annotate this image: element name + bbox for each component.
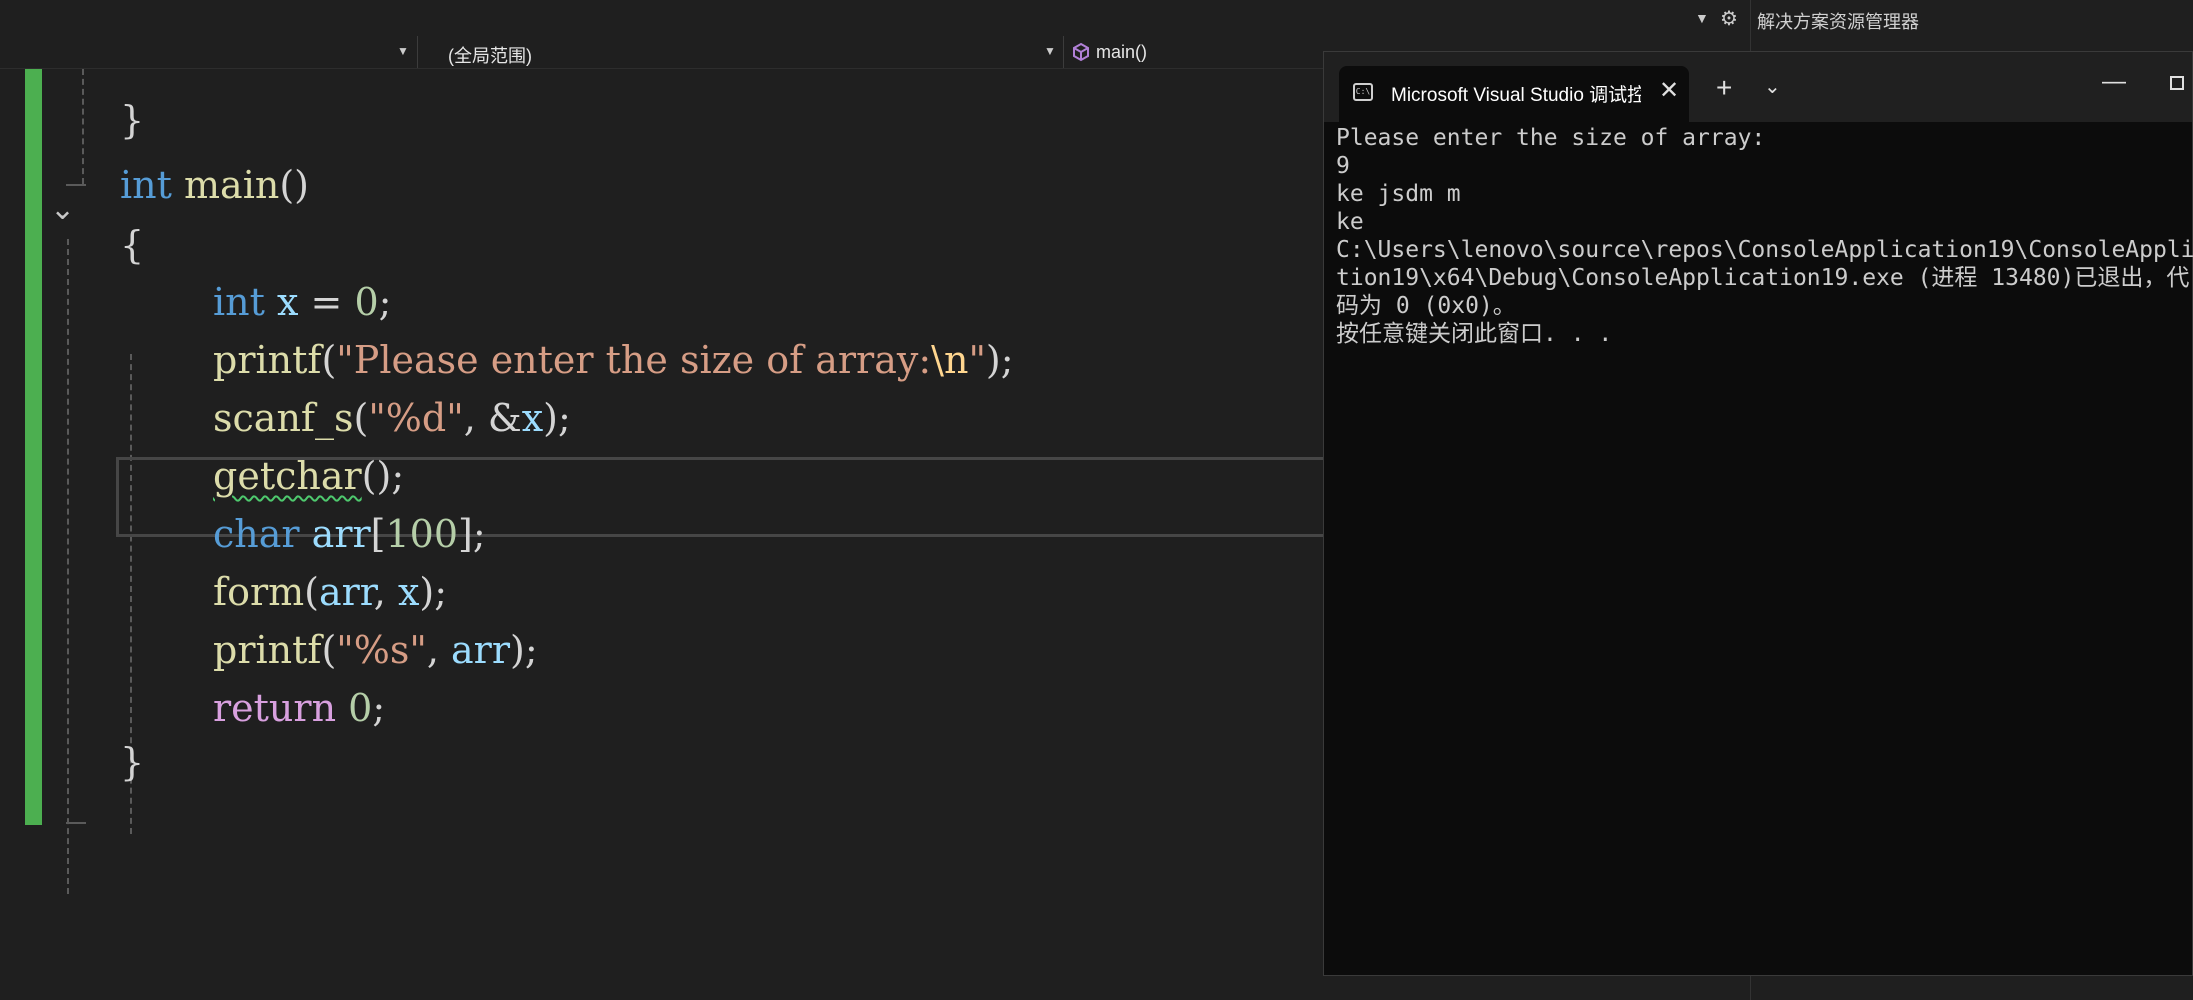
top-toolbar: ▼ ⚙ [0, 0, 1745, 36]
console-line: C:\Users\lenovo\source\repos\ConsoleAppl… [1336, 237, 2193, 263]
console-line: 按任意键关闭此窗口. . . [1336, 321, 1613, 347]
code-token: , [373, 570, 398, 614]
code-line: return 0; [213, 679, 385, 737]
project-dropdown[interactable]: ▼ [0, 36, 418, 68]
code-token: 0 [348, 686, 373, 730]
code-token: printf [213, 628, 322, 672]
code-token: getchar [213, 454, 362, 498]
code-token: 0 [354, 280, 379, 324]
code-token: arr [318, 570, 374, 614]
new-tab-icon[interactable]: + [1716, 72, 1732, 104]
code-token: x [277, 280, 299, 324]
code-token: { [120, 223, 145, 267]
code-token: ( [353, 396, 369, 440]
console-line: tion19\x64\Debug\ConsoleApplication19.ex… [1336, 265, 2190, 291]
code-token: (); [361, 454, 405, 498]
chevron-down-icon[interactable]: ⌄ [1764, 74, 1781, 99]
console-tab-bar: C:\ Microsoft Visual Studio 调试控制台 ✕ + ⌄ … [1324, 52, 2192, 122]
code-editor[interactable]: ⌄ } int main(){int x = 0; printf("Please e… [0, 69, 1323, 1000]
code-token: ; [372, 686, 386, 730]
code-token: int [213, 280, 265, 324]
console-output: Please enter the size of array: 9 ke jsdm … [1336, 124, 2193, 348]
code-token: arr [451, 628, 511, 672]
change-tracking-bar [25, 69, 42, 825]
scope-label: (全局范围) [448, 46, 532, 66]
code-line: int main() [120, 156, 309, 214]
code-token: ); [543, 396, 571, 440]
console-line: ke [1336, 209, 1364, 235]
dropdown-arrow-icon[interactable]: ▼ [1695, 10, 1709, 26]
code-token: ); [510, 628, 538, 672]
code-token: , [426, 628, 452, 672]
code-line: } [120, 91, 144, 149]
code-line: } [120, 733, 144, 791]
solution-explorer-title: 解决方案资源管理器 [1757, 12, 1919, 32]
close-icon[interactable]: ✕ [1659, 76, 1679, 105]
code-token: " [968, 338, 986, 382]
code-token: } [120, 98, 145, 142]
code-token: ]; [458, 512, 486, 556]
code-line: int x = 0; [213, 273, 391, 331]
brace-guide [66, 184, 86, 186]
chevron-down-icon: ▼ [397, 44, 409, 58]
console-line: Please enter the size of array: [1336, 125, 1766, 151]
code-token: "%s" [336, 628, 427, 672]
code-token: arr [311, 512, 371, 556]
gear-icon[interactable]: ⚙ [1720, 6, 1738, 31]
code-token: ( [321, 628, 337, 672]
code-token: = [298, 280, 355, 324]
code-token: "Please enter the size of array: [336, 338, 932, 382]
indent-guide [67, 239, 69, 894]
code-token: return [213, 686, 337, 730]
console-icon: C:\ [1353, 83, 1373, 101]
code-token: main [184, 163, 280, 207]
code-token: } [120, 740, 145, 784]
code-line: getchar(); [213, 447, 404, 505]
code-line: form(arr, x); [213, 563, 447, 621]
code-token: , & [463, 396, 522, 440]
code-token: scanf_s [213, 396, 354, 440]
code-line: { [120, 216, 144, 274]
minimize-icon[interactable]: — [2102, 68, 2126, 96]
maximize-icon[interactable] [2170, 76, 2184, 90]
console-line: ke jsdm m [1336, 181, 1461, 207]
code-token: "%d" [368, 396, 464, 440]
console-tab-title: Microsoft Visual Studio 调试控制台 [1391, 85, 1641, 106]
chevron-down-icon[interactable]: ⌄ [50, 192, 75, 227]
code-token: ); [985, 338, 1014, 382]
code-token: x [397, 570, 420, 614]
code-token: ); [419, 570, 448, 614]
member-label: main() [1096, 42, 1148, 62]
console-line: 9 [1336, 153, 1350, 179]
console-tab[interactable]: C:\ Microsoft Visual Studio 调试控制台 ✕ [1339, 66, 1689, 122]
cube-icon [1073, 42, 1089, 62]
code-token: ; [378, 280, 392, 324]
code-token: char [213, 512, 300, 556]
code-line: scanf_s("%d", &x); [213, 389, 571, 447]
code-line: printf("%s", arr); [213, 621, 538, 679]
code-token: [ [370, 512, 386, 556]
code-line: char arr[100]; [213, 505, 486, 563]
console-line: 码为 0 (0x0)。 [1336, 293, 1516, 319]
code-token: form [213, 570, 305, 614]
code-token: () [279, 163, 309, 207]
code-token: \n [931, 338, 969, 382]
indent-guide [82, 69, 84, 184]
scope-dropdown[interactable]: (全局范围) ▼ [418, 36, 1064, 68]
code-line: printf("Please enter the size of array:\… [213, 331, 1014, 389]
code-token: int [120, 163, 172, 207]
chevron-down-icon: ▼ [1044, 44, 1056, 58]
debug-console-window[interactable]: C:\ Microsoft Visual Studio 调试控制台 ✕ + ⌄ … [1323, 51, 2193, 976]
brace-guide [66, 822, 86, 824]
code-token: printf [213, 338, 322, 382]
code-token: 100 [385, 512, 459, 556]
code-token: ( [304, 570, 319, 614]
code-token: ( [321, 338, 337, 382]
code-token: x [521, 396, 544, 440]
